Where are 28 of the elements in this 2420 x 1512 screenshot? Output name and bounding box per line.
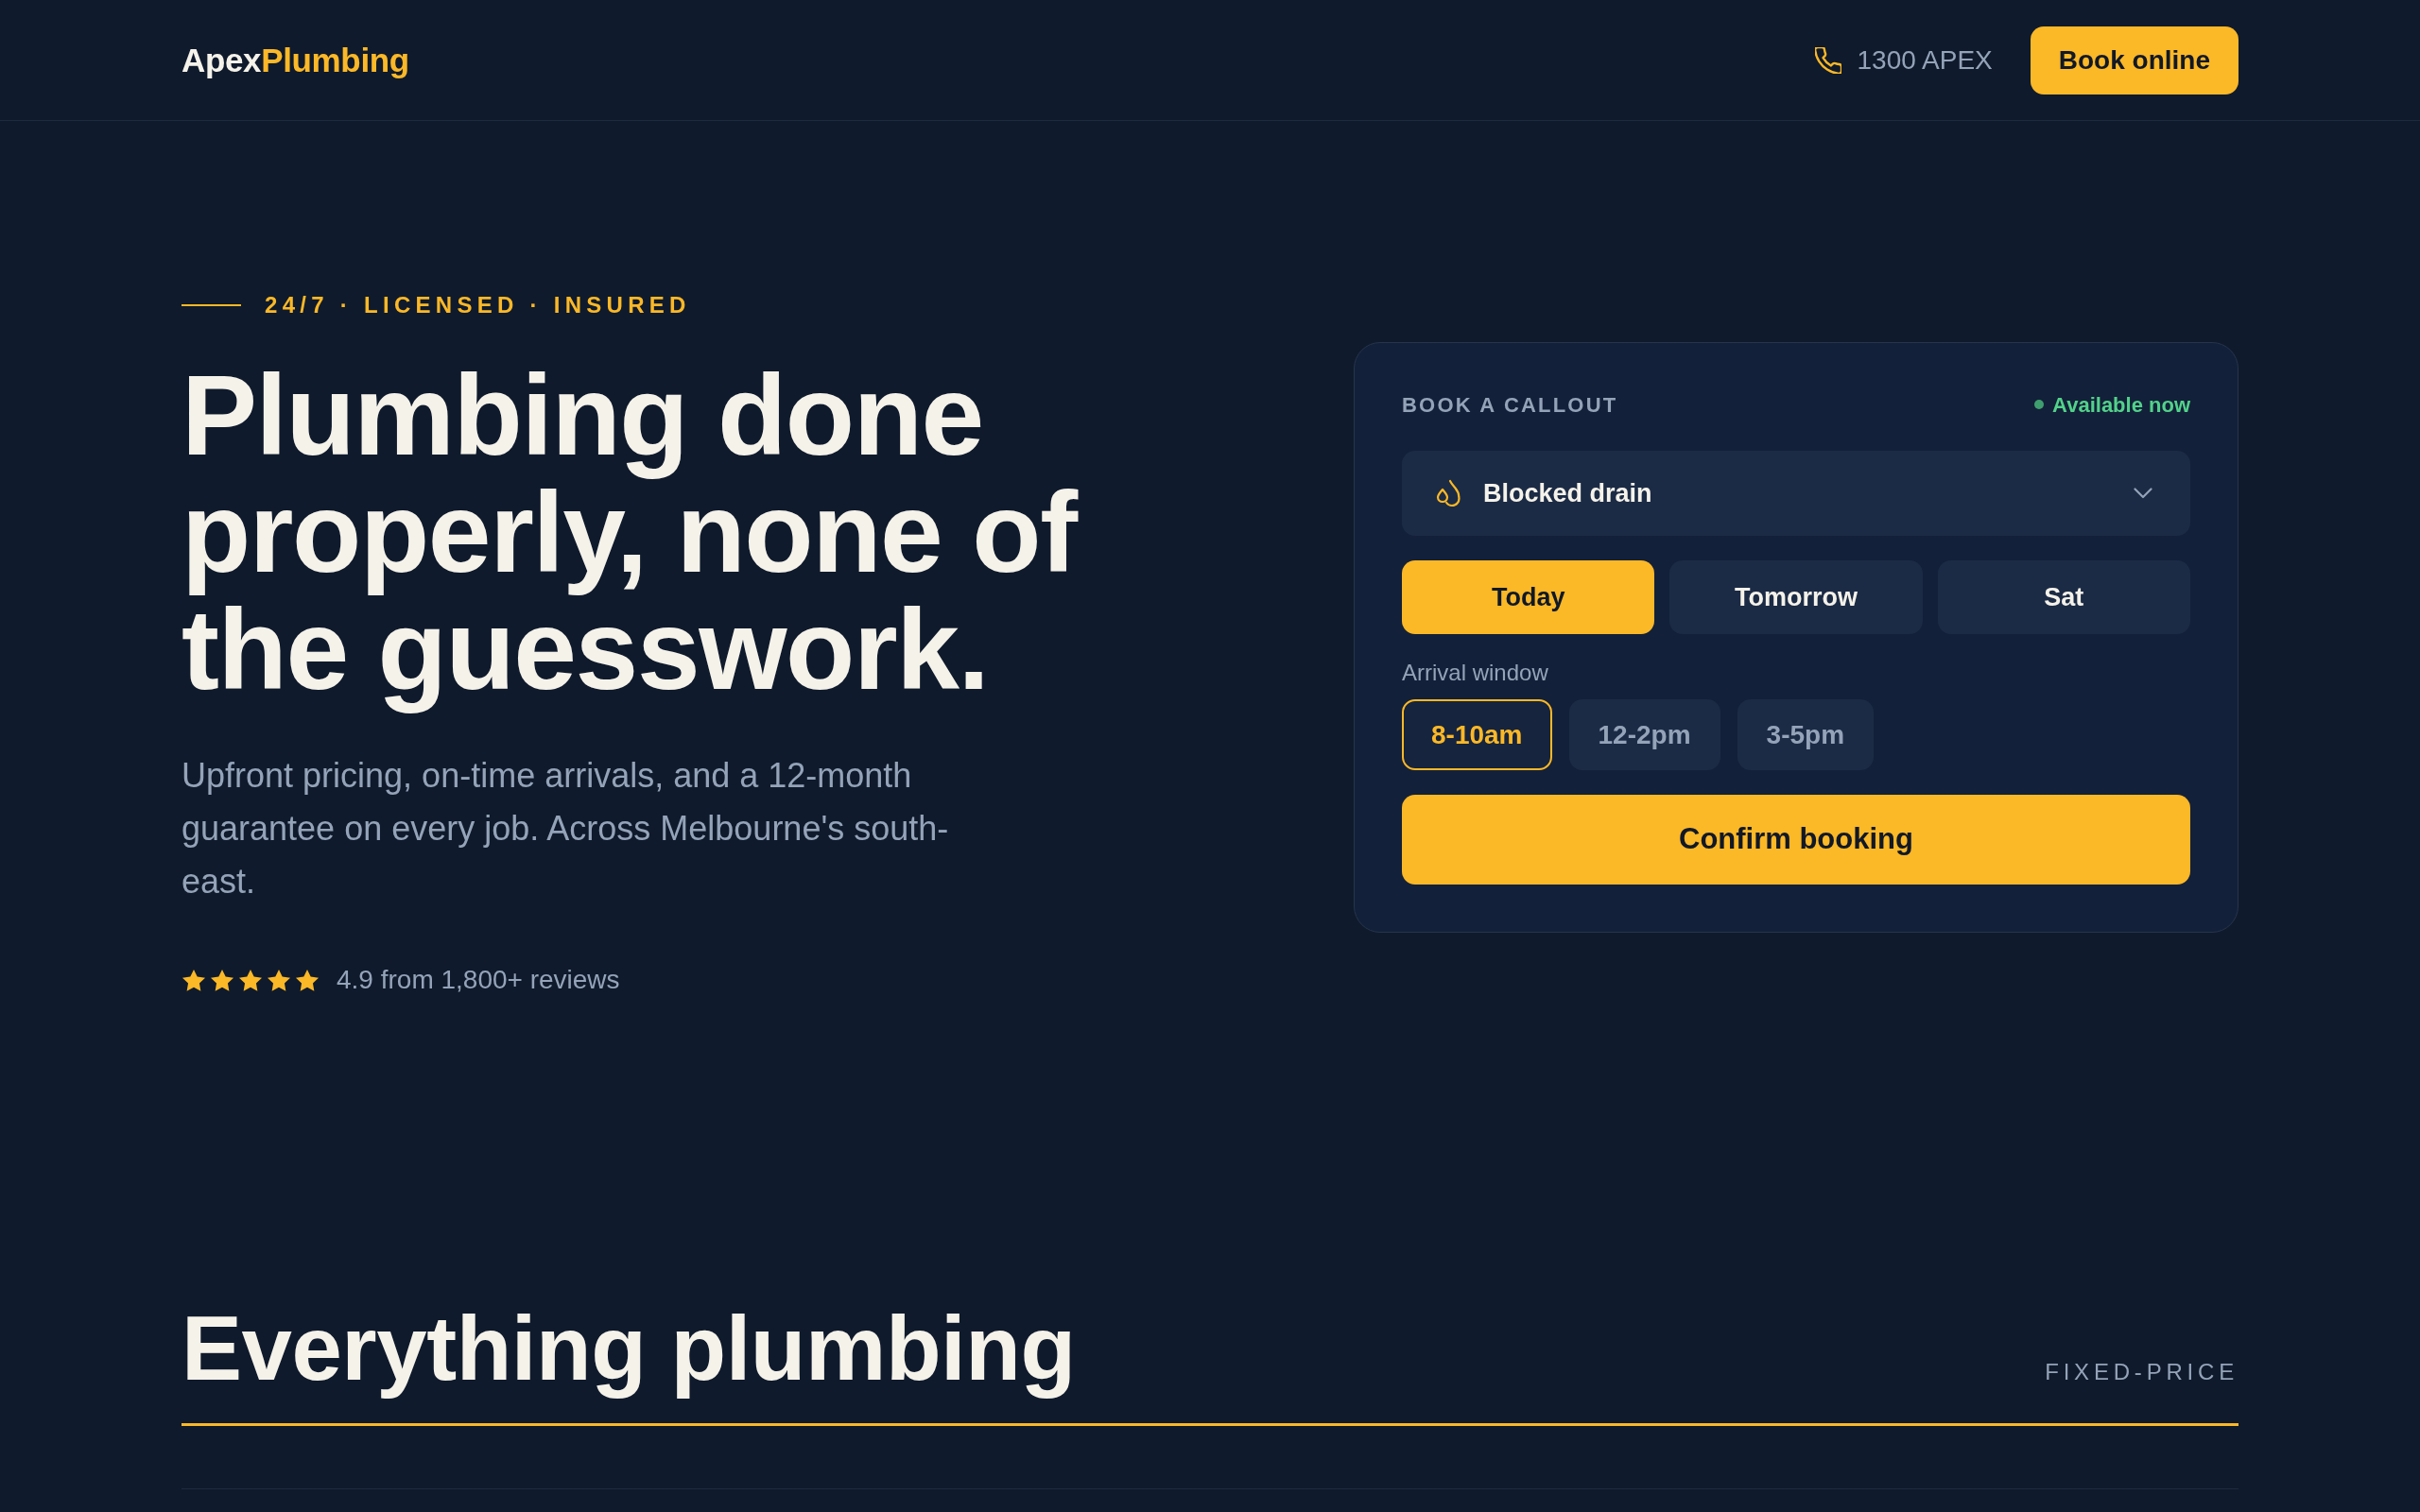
time-slot-option[interactable]: 3-5pm [1737, 699, 1875, 770]
availability-status: Available now [2052, 391, 2190, 419]
card-title: BOOK A CALLOUT [1402, 391, 1618, 419]
section-tag: FIXED-PRICE [2045, 1355, 2238, 1389]
logo[interactable]: ApexPlumbing [182, 40, 409, 80]
day-option[interactable]: Tomorrow [1669, 560, 1923, 634]
star-icon [210, 968, 234, 992]
phone-link[interactable]: 1300 APEX [1814, 40, 1993, 80]
confirm-booking-button[interactable]: Confirm booking [1402, 795, 2190, 885]
chevron-down-icon [2134, 488, 2152, 499]
time-slot-option[interactable]: 8-10am [1402, 699, 1552, 770]
service-select[interactable]: Blocked drain [1402, 451, 2190, 536]
day-option[interactable]: Today [1402, 560, 1655, 634]
eyebrow-text: 24/7 · LICENSED · INSURED [265, 291, 691, 319]
hero-description: Upfront pricing, on-time arrivals, and a 12-month guarantee on every job. Across Melbourne's south-east. [182, 755, 950, 902]
time-slot-option[interactable]: 12-2pm [1568, 699, 1720, 770]
day-option[interactable]: Sat [1937, 560, 2190, 634]
arrival-window-label: Arrival window [1402, 659, 1549, 687]
hero-headline: Plumbing done properly, none of the guesswork. [182, 356, 1080, 715]
star-icon [182, 968, 206, 992]
water-drops-icon [1436, 479, 1461, 507]
star-icon [267, 968, 291, 992]
phone-icon [1814, 46, 1841, 74]
star-icon [238, 968, 263, 992]
star-icon [295, 968, 320, 992]
rating-text: 4.9 from 1,800+ reviews [337, 965, 620, 995]
book-online-button[interactable]: Book online [2030, 26, 2238, 94]
section-heading: Everything plumbing [182, 1298, 1076, 1399]
